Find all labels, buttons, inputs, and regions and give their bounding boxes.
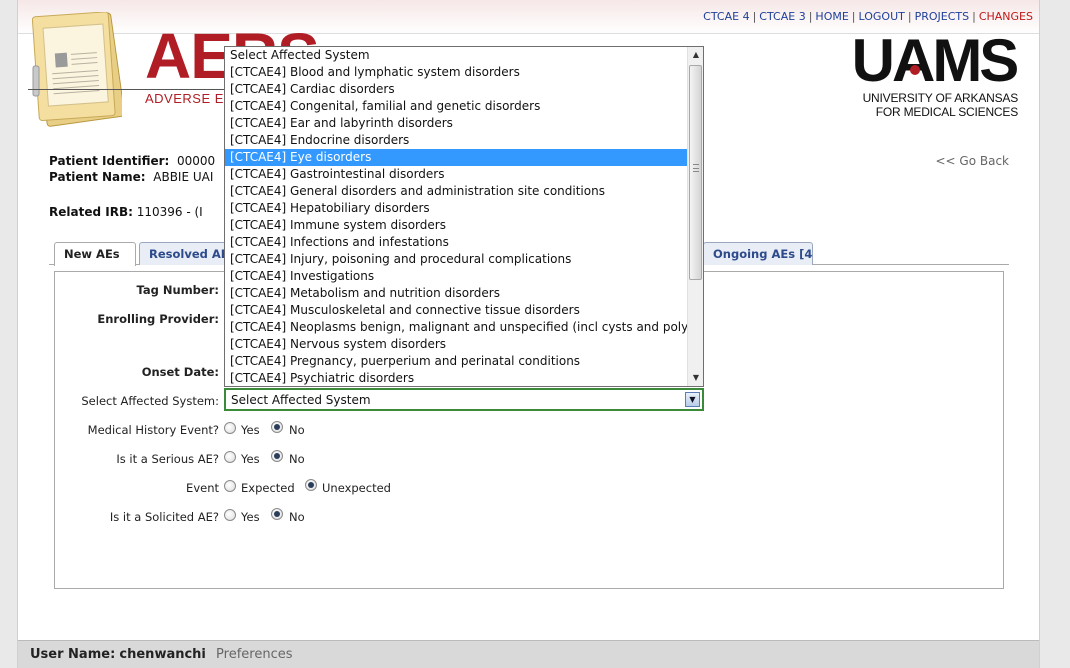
solicited-ae-no-label: No [289,510,305,524]
dropdown-option[interactable]: Select Affected System [225,47,688,64]
medical-history-no-radio[interactable] [271,421,283,433]
event-unexpected-label: Unexpected [322,481,391,495]
dropdown-option[interactable]: [CTCAE4] Blood and lymphatic system diso… [225,64,688,81]
event-unexpected-radio[interactable] [305,479,317,491]
scroll-down-icon[interactable]: ▼ [688,370,703,386]
tag-number-label: Tag Number: [136,283,219,297]
tab-resolved-aes[interactable]: Resolved AEs [139,242,227,265]
nav-ctcae3[interactable]: CTCAE 3 [759,10,805,23]
dropdown-option[interactable]: [CTCAE4] Nervous system disorders [225,336,688,353]
tab-ongoing-aes[interactable]: Ongoing AEs [4] [703,242,813,265]
solicited-ae-label: Is it a Solicited AE? [109,510,219,524]
svg-text:UAMS: UAMS [852,30,1018,88]
dropdown-scrollbar[interactable]: ▲ ▼ [687,47,703,386]
page: CTCAE 4 | CTCAE 3 | HOME | LOGOUT | PROJECTS | CHA… [17,0,1040,668]
solicited-ae-yes-radio[interactable] [224,509,236,521]
uams-full-name: UNIVERSITY OF ARKANSAS FOR MEDICAL SCIEN… [862,91,1019,119]
dropdown-option[interactable]: [CTCAE4] Pregnancy, puerperium and perin… [225,353,688,370]
affected-system-options: Select Affected System [CTCAE4] Blood and… [225,47,688,386]
affected-system-label: Select Affected System: [81,394,219,408]
dropdown-option[interactable]: [CTCAE4] Hepatobiliary disorders [225,200,688,217]
event-label: Event [186,481,219,495]
dropdown-option[interactable]: [CTCAE4] Congenital, familial and geneti… [225,98,688,115]
dropdown-option[interactable]: [CTCAE4] Gastrointestinal disorders [225,166,688,183]
dropdown-option[interactable]: [CTCAE4] Immune system disorders [225,217,688,234]
dropdown-option[interactable]: [CTCAE4] Musculoskeletal and connective … [225,302,688,319]
affected-system-dropdown: Select Affected System [CTCAE4] Blood and… [224,46,704,387]
affected-system-select-value: Select Affected System [231,393,371,407]
serious-ae-yes-label: Yes [241,452,260,466]
dropdown-option[interactable]: [CTCAE4] Endocrine disorders [225,132,688,149]
related-irb: Related IRB: 110396 - (I [49,205,203,219]
patient-identifier-value: 00000 [177,154,216,168]
enrolling-provider-label: Enrolling Provider: [97,312,219,326]
go-back-link[interactable]: << Go Back [935,154,1009,168]
event-expected-radio[interactable] [224,480,236,492]
dropdown-option[interactable]: [CTCAE4] Ear and labyrinth disorders [225,115,688,132]
event-expected-label: Expected [241,481,295,495]
serious-ae-yes-radio[interactable] [224,451,236,463]
serious-ae-no-label: No [289,452,305,466]
preferences-link[interactable]: Preferences [216,647,292,662]
user-name-value: chenwanchi [119,647,206,662]
serious-ae-no-radio[interactable] [271,450,283,462]
nav-ctcae4[interactable]: CTCAE 4 [703,10,749,23]
dropdown-option[interactable]: [CTCAE4] Investigations [225,268,688,285]
user-name-label: User Name: [30,647,116,662]
patient-identifier-label: Patient Identifier: [49,154,170,168]
nav-changes[interactable]: CHANGES [979,10,1033,23]
dropdown-option[interactable]: [CTCAE4] Psychiatric disorders [225,370,688,386]
dropdown-option[interactable]: [CTCAE4] Infections and infestations [225,234,688,251]
serious-ae-label: Is it a Serious AE? [116,452,219,466]
medical-history-label: Medical History Event? [87,423,219,437]
dropdown-option[interactable]: [CTCAE4] Metabolism and nutrition disord… [225,285,688,302]
patient-name-label: Patient Name: [49,170,146,184]
top-navigation: CTCAE 4 | CTCAE 3 | HOME | LOGOUT | PROJECTS | CHA… [703,10,1033,23]
affected-system-select[interactable]: Select Affected System ▼ [224,388,704,411]
nav-projects[interactable]: PROJECTS [915,10,970,23]
medical-history-yes-radio[interactable] [224,422,236,434]
footer: User Name: chenwanchi Preferences [18,640,1039,668]
scrollbar-thumb[interactable] [689,65,702,280]
nav-home[interactable]: HOME [815,10,848,23]
dropdown-option[interactable]: [CTCAE4] Injury, poisoning and procedura… [225,251,688,268]
onset-date-label: Onset Date: [141,365,219,379]
solicited-ae-no-radio[interactable] [271,508,283,520]
scroll-up-icon[interactable]: ▲ [688,47,703,63]
irb-label: Related IRB: [49,205,133,219]
patient-name-value: ABBIE UAI [153,170,214,184]
nav-logout[interactable]: LOGOUT [859,10,905,23]
dropdown-option[interactable]: [CTCAE4] Cardiac disorders [225,81,688,98]
irb-value: 110396 - (I [136,205,203,219]
tab-new-aes[interactable]: New AEs [54,242,136,266]
medical-history-yes-label: Yes [241,423,260,437]
aers-subtitle: ADVERSE EV [145,91,234,106]
patient-info: Patient Identifier: 00000 Patient Name: … [49,153,215,185]
patient-folder-icon [32,12,122,127]
dropdown-option[interactable]: [CTCAE4] Eye disorders [225,149,688,166]
uams-logo: UAMS [852,30,1020,88]
dropdown-option[interactable]: [CTCAE4] Neoplasms benign, malignant and… [225,319,688,336]
solicited-ae-yes-label: Yes [241,510,260,524]
medical-history-no-label: No [289,423,305,437]
chevron-down-icon[interactable]: ▼ [685,392,700,407]
dropdown-option[interactable]: [CTCAE4] General disorders and administr… [225,183,688,200]
